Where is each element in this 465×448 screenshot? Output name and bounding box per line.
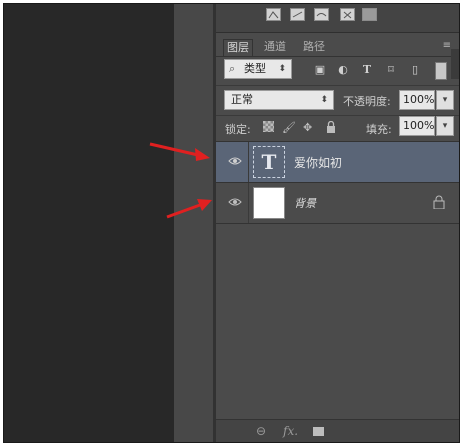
divider bbox=[216, 85, 459, 86]
mask-icon[interactable] bbox=[313, 427, 324, 436]
opacity-input[interactable]: 100% bbox=[399, 90, 435, 110]
layers-panel: 图层 通道 路径 ≡ ⌕ 类型 ⬍ ▣ ◐ T ⌑ ▯ 正常 ⬍ 不透明度: 1… bbox=[216, 4, 459, 442]
layers-panel-footer: ⊖ fx. bbox=[216, 419, 459, 442]
panel-menu-icon[interactable]: ≡ bbox=[443, 41, 451, 51]
eye-icon[interactable] bbox=[228, 156, 242, 166]
text-filter-icon[interactable]: T bbox=[360, 63, 374, 77]
lock-label: 锁定: bbox=[225, 123, 251, 136]
align-toolbar bbox=[216, 4, 459, 33]
photoshop-window: 图层 通道 路径 ≡ ⌕ 类型 ⬍ ▣ ◐ T ⌑ ▯ 正常 ⬍ 不透明度: 1… bbox=[3, 3, 460, 443]
layer-row-text[interactable]: T 爱你如初 bbox=[216, 142, 459, 182]
eye-icon[interactable] bbox=[228, 197, 242, 207]
blend-mode-value: 正常 bbox=[231, 93, 253, 106]
shape-filter-icon[interactable]: ⌑ bbox=[384, 63, 398, 77]
link-icon[interactable]: ⊖ bbox=[256, 424, 266, 438]
layer-name[interactable]: 背景 bbox=[294, 195, 316, 211]
tab-layers[interactable]: 图层 bbox=[223, 39, 253, 56]
opacity-label: 不透明度: bbox=[343, 95, 391, 108]
divider bbox=[248, 183, 249, 223]
fill-input[interactable]: 100% bbox=[399, 116, 435, 136]
tab-channels[interactable]: 通道 bbox=[261, 39, 289, 55]
lock-icon bbox=[433, 195, 445, 209]
chevron-updown-icon: ⬍ bbox=[320, 95, 328, 105]
divider bbox=[216, 223, 459, 224]
fill-label: 填充: bbox=[366, 123, 392, 136]
align-icon-5[interactable] bbox=[362, 8, 377, 21]
blend-mode-select[interactable]: 正常 ⬍ bbox=[224, 90, 334, 110]
panel-tab-bar: 图层 通道 路径 bbox=[216, 38, 459, 57]
adjustment-filter-icon[interactable]: ◐ bbox=[336, 63, 350, 77]
layer-row-background[interactable]: 背景 bbox=[216, 183, 459, 223]
divider bbox=[248, 142, 249, 182]
align-icon-4[interactable] bbox=[340, 8, 355, 21]
scrollbar[interactable] bbox=[451, 49, 459, 79]
tab-paths[interactable]: 路径 bbox=[300, 39, 328, 55]
align-icon-3[interactable] bbox=[314, 8, 329, 21]
opacity-dropdown-button[interactable]: ▾ bbox=[436, 90, 454, 110]
align-icon-1[interactable] bbox=[266, 8, 281, 21]
filter-kind-select[interactable]: ⌕ 类型 ⬍ bbox=[224, 59, 292, 79]
image-filter-icon[interactable]: ▣ bbox=[313, 63, 327, 77]
smart-object-filter-icon[interactable]: ▯ bbox=[408, 63, 422, 77]
annotation-arrowhead-1 bbox=[195, 148, 210, 161]
annotation-arrow-2 bbox=[166, 203, 201, 219]
fill-dropdown-button[interactable]: ▾ bbox=[436, 116, 454, 136]
chevron-updown-icon: ⬍ bbox=[278, 64, 286, 74]
text-layer-thumbnail: T bbox=[253, 146, 285, 178]
annotation-arrow-1 bbox=[149, 142, 199, 157]
lock-all-icon[interactable] bbox=[326, 120, 336, 136]
fx-icon[interactable]: fx. bbox=[283, 424, 298, 438]
document-canvas-area bbox=[4, 4, 174, 442]
annotation-arrows bbox=[149, 142, 212, 219]
filter-kind-value: 类型 bbox=[244, 62, 266, 75]
dock-gutter bbox=[174, 4, 214, 442]
lock-position-icon[interactable]: ✥ bbox=[303, 121, 312, 134]
align-icon-2[interactable] bbox=[290, 8, 305, 21]
filter-toggle-switch[interactable] bbox=[435, 62, 447, 80]
lock-image-pixels-icon[interactable]: 🖌 bbox=[282, 121, 296, 134]
lock-transparent-pixels-icon[interactable] bbox=[263, 121, 274, 132]
search-icon: ⌕ bbox=[229, 62, 236, 75]
background-layer-thumbnail bbox=[253, 187, 285, 219]
layer-name[interactable]: 爱你如初 bbox=[294, 154, 342, 171]
